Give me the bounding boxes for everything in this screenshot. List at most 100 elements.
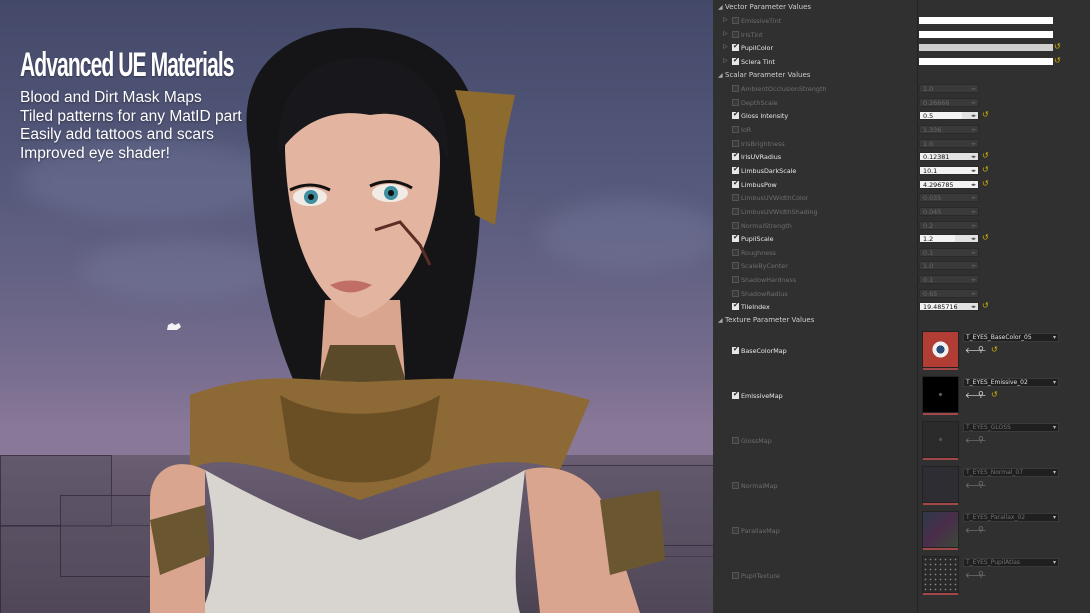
scalar-section-header[interactable]: ◢ Scalar Parameter Values bbox=[713, 69, 1090, 82]
param-enable-checkbox[interactable] bbox=[732, 437, 739, 444]
scalar-value-field[interactable]: 10.1 ◂▸ bbox=[919, 165, 979, 175]
param-enable-checkbox[interactable] bbox=[732, 233, 739, 243]
spin-arrows-icon[interactable]: ◂▸ bbox=[971, 263, 976, 269]
reset-to-default-icon[interactable]: ↺ bbox=[991, 390, 998, 399]
param-enable-checkbox[interactable] bbox=[732, 221, 739, 229]
reset-to-default-icon[interactable]: ↺ bbox=[982, 110, 989, 119]
param-enable-checkbox[interactable] bbox=[732, 276, 739, 284]
expand-arrow-icon[interactable]: ▷ bbox=[723, 57, 728, 64]
spin-arrows-icon[interactable]: ◂▸ bbox=[971, 209, 976, 215]
scalar-value-field[interactable]: 19.485716 ◂▸ bbox=[919, 302, 979, 312]
param-enable-checkbox[interactable] bbox=[732, 179, 739, 188]
scalar-value-field[interactable]: 1.0 ◂▸ bbox=[919, 261, 979, 271]
param-enable-checkbox[interactable] bbox=[732, 165, 739, 174]
scalar-value-field[interactable]: 0.65 ◂▸ bbox=[919, 288, 979, 298]
scalar-value-field[interactable]: 4.296785 ◂▸ bbox=[919, 179, 979, 189]
texture-asset-dropdown[interactable]: T_EYES_Parallax_02 ▾ bbox=[963, 513, 1059, 522]
browse-search-icon[interactable]: ⚲ bbox=[978, 435, 984, 444]
reset-to-default-icon[interactable]: ↺ bbox=[1054, 42, 1061, 51]
param-enable-checkbox[interactable] bbox=[732, 30, 739, 38]
browse-search-icon[interactable]: ⚲ bbox=[978, 390, 984, 399]
param-enable-checkbox[interactable] bbox=[732, 17, 739, 24]
reset-to-default-icon[interactable]: ↺ bbox=[982, 179, 989, 188]
texture-thumbnail[interactable] bbox=[922, 466, 959, 505]
texture-asset-dropdown[interactable]: T_EYES_Emissive_02 ▾ bbox=[963, 378, 1059, 387]
scalar-value-field[interactable]: 0.2 ◂▸ bbox=[919, 220, 979, 230]
scalar-value-field[interactable]: 0.035 ◂▸ bbox=[919, 193, 979, 203]
expand-arrow-icon[interactable]: ▷ bbox=[723, 30, 728, 37]
param-enable-checkbox[interactable] bbox=[732, 262, 739, 270]
scalar-value-field[interactable]: 0.1 ◂▸ bbox=[919, 247, 979, 257]
param-enable-checkbox[interactable] bbox=[732, 42, 739, 52]
spin-arrows-icon[interactable]: ◂▸ bbox=[971, 236, 976, 242]
color-swatch[interactable] bbox=[919, 44, 1053, 52]
spin-arrows-icon[interactable]: ◂▸ bbox=[971, 277, 976, 283]
scalar-value-field[interactable]: 0.12381 ◂▸ bbox=[919, 152, 979, 162]
param-enable-checkbox[interactable] bbox=[732, 301, 739, 311]
scalar-value-field[interactable]: 0.26666 ◂▸ bbox=[919, 97, 979, 107]
param-enable-checkbox[interactable] bbox=[732, 151, 739, 161]
reset-to-default-icon[interactable]: ↺ bbox=[982, 233, 989, 242]
spin-arrows-icon[interactable]: ◂▸ bbox=[971, 127, 976, 133]
spin-arrows-icon[interactable]: ◂▸ bbox=[971, 168, 976, 174]
browse-search-icon[interactable]: ⚲ bbox=[978, 570, 984, 579]
spin-arrows-icon[interactable]: ◂▸ bbox=[971, 113, 976, 119]
scalar-value-field[interactable]: 1.2 ◂▸ bbox=[919, 234, 979, 244]
reset-to-default-icon[interactable]: ↺ bbox=[1054, 56, 1061, 65]
vector-section-header[interactable]: ◢ Vector Parameter Values bbox=[713, 1, 1090, 14]
param-enable-checkbox[interactable] bbox=[732, 482, 739, 489]
param-enable-checkbox[interactable] bbox=[732, 125, 739, 133]
spin-arrows-icon[interactable]: ◂▸ bbox=[971, 250, 976, 256]
param-enable-checkbox[interactable] bbox=[732, 289, 739, 297]
param-enable-checkbox[interactable] bbox=[732, 390, 739, 399]
spin-arrows-icon[interactable]: ◂▸ bbox=[971, 182, 976, 188]
expand-arrow-icon[interactable]: ▷ bbox=[723, 43, 728, 50]
spin-arrows-icon[interactable]: ◂▸ bbox=[971, 154, 976, 160]
texture-thumbnail[interactable] bbox=[922, 511, 959, 550]
param-enable-checkbox[interactable] bbox=[732, 248, 739, 256]
render-viewport[interactable]: Advanced UE Materials Blood and Dirt Mas… bbox=[0, 0, 713, 613]
spin-arrows-icon[interactable]: ◂▸ bbox=[971, 195, 976, 201]
reset-to-default-icon[interactable]: ↺ bbox=[982, 151, 989, 160]
spin-arrows-icon[interactable]: ◂▸ bbox=[971, 291, 976, 297]
expand-arrow-icon[interactable]: ▷ bbox=[723, 16, 728, 23]
spin-arrows-icon[interactable]: ◂▸ bbox=[971, 100, 976, 106]
scalar-value-field[interactable]: 0.045 ◂▸ bbox=[919, 206, 979, 216]
reset-to-default-icon[interactable]: ↺ bbox=[991, 345, 998, 354]
param-enable-checkbox[interactable] bbox=[732, 194, 739, 202]
scalar-value-field[interactable]: 0.5 ◂▸ bbox=[919, 111, 979, 121]
spin-arrows-icon[interactable]: ◂▸ bbox=[971, 86, 976, 92]
browse-search-icon[interactable]: ⚲ bbox=[978, 525, 984, 534]
param-enable-checkbox[interactable] bbox=[732, 139, 739, 147]
param-enable-checkbox[interactable] bbox=[732, 572, 739, 579]
scalar-value-field[interactable]: 0.1 ◂▸ bbox=[919, 275, 979, 285]
texture-asset-dropdown[interactable]: T_EYES_GLOSS ▾ bbox=[963, 423, 1059, 432]
param-enable-checkbox[interactable] bbox=[732, 527, 739, 534]
texture-asset-dropdown[interactable]: T_EYES_BaseColor_05 ▾ bbox=[963, 333, 1059, 342]
texture-thumbnail[interactable] bbox=[922, 421, 959, 460]
reset-to-default-icon[interactable]: ↺ bbox=[982, 301, 989, 310]
browse-search-icon[interactable]: ⚲ bbox=[978, 480, 984, 489]
color-swatch[interactable] bbox=[919, 57, 1053, 65]
param-enable-checkbox[interactable] bbox=[732, 56, 739, 65]
scalar-value-field[interactable]: 1.336 ◂▸ bbox=[919, 124, 979, 134]
column-divider[interactable] bbox=[917, 0, 918, 613]
scalar-value-field[interactable]: 1.0 ◂▸ bbox=[919, 138, 979, 148]
browse-search-icon[interactable]: ⚲ bbox=[978, 345, 984, 354]
spin-arrows-icon[interactable]: ◂▸ bbox=[971, 141, 976, 147]
texture-section-header[interactable]: ◢ Texture Parameter Values bbox=[713, 314, 1090, 327]
param-enable-checkbox[interactable] bbox=[732, 207, 739, 215]
scalar-value-field[interactable]: 1.0 ◂▸ bbox=[919, 84, 979, 93]
reset-to-default-icon[interactable]: ↺ bbox=[982, 165, 989, 174]
texture-thumbnail[interactable] bbox=[922, 376, 959, 415]
texture-asset-dropdown[interactable]: T_EYES_PupilAtlas ▾ bbox=[963, 558, 1059, 567]
param-enable-checkbox[interactable] bbox=[732, 85, 739, 92]
color-swatch[interactable] bbox=[919, 30, 1053, 38]
param-enable-checkbox[interactable] bbox=[732, 110, 739, 120]
param-enable-checkbox[interactable] bbox=[732, 345, 739, 354]
texture-thumbnail[interactable] bbox=[922, 331, 959, 370]
texture-thumbnail[interactable] bbox=[922, 556, 959, 595]
spin-arrows-icon[interactable]: ◂▸ bbox=[971, 223, 976, 229]
color-swatch[interactable] bbox=[919, 17, 1053, 24]
param-enable-checkbox[interactable] bbox=[732, 98, 739, 106]
